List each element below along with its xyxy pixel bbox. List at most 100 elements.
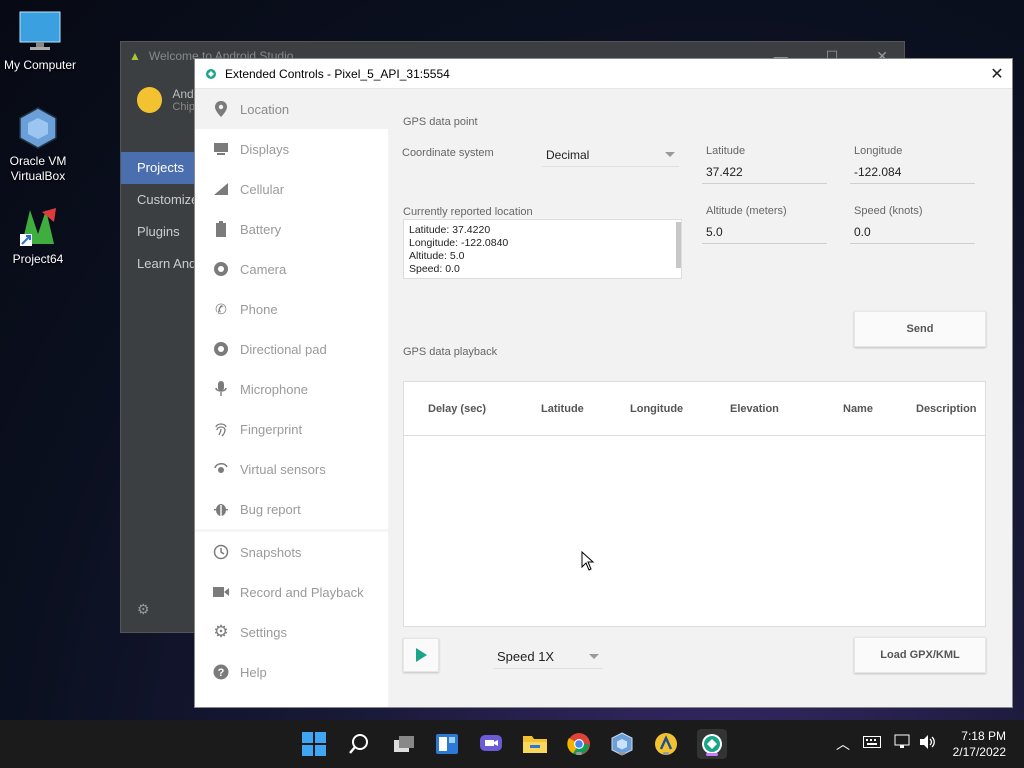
sidebar-item-label: Cellular [240,181,285,197]
sidebar-item-help[interactable]: ? Help [195,652,388,692]
gear-icon[interactable]: ⚙ [137,601,150,618]
column-elevation[interactable]: Elevation [730,403,779,415]
latitude-label: Latitude [706,145,746,157]
sidebar-item-label: Phone [240,301,278,317]
column-latitude[interactable]: Latitude [541,403,584,415]
sidebar-item-fingerprint[interactable]: Fingerprint [195,409,388,449]
extended-controls-window: Extended Controls - Pixel_5_API_31:5554 … [194,58,1013,708]
sidebar-item-microphone[interactable]: Microphone [195,369,388,409]
chevron-up-icon[interactable]: ︿ [836,734,850,754]
sidebar-item-label: Record and Playback [240,584,364,600]
nav-learn[interactable]: Learn Andr [121,248,195,280]
nav-projects[interactable]: Projects [121,152,195,184]
column-longitude[interactable]: Longitude [630,403,683,415]
play-icon [415,648,427,662]
network-icon[interactable] [894,734,912,753]
playback-speed-select[interactable]: Speed 1X [493,649,603,669]
record-icon [212,583,230,601]
close-icon[interactable]: ✕ [982,59,1012,89]
speed-input[interactable]: 0.0 [850,225,975,244]
longitude-input[interactable]: -122.084 [850,165,975,184]
sidebar-item-label: Virtual sensors [240,461,326,477]
sidebar-item-label: Displays [240,141,290,157]
sidebar-item-camera[interactable]: Camera [195,249,388,289]
virtualbox-taskbar-icon[interactable] [608,730,636,758]
sidebar-item-location[interactable]: Location [195,89,388,129]
background-nav: Projects Customize Plugins Learn Andr [121,152,195,280]
desktop-icon-project64[interactable]: Project64 [0,204,78,267]
chat-icon[interactable] [477,730,505,758]
sidebar-item-phone[interactable]: ✆ Phone [195,289,388,329]
sidebar-item-virtual-sensors[interactable]: Virtual sensors [195,449,388,489]
sidebar-item-battery[interactable]: Battery [195,209,388,249]
fingerprint-icon [212,420,230,438]
column-description[interactable]: Description [916,403,977,415]
desktop-icon-label: Project64 [12,252,64,266]
reported-location-textarea[interactable]: Latitude: 37.4220 Longitude: -122.0840 A… [403,219,682,279]
gps-playback-table[interactable]: Delay (sec) Latitude Longitude Elevation… [403,381,986,627]
chrome-icon[interactable] [565,730,593,758]
sidebar-item-displays[interactable]: Displays [195,129,388,169]
longitude-label: Longitude [854,145,903,157]
task-view-icon[interactable] [390,730,418,758]
sidebar-item-label: Camera [240,261,287,277]
start-icon[interactable] [300,730,328,758]
camera-icon [212,260,230,278]
running-indicator [619,752,625,755]
reported-altitude: Altitude: 5.0 [409,250,465,262]
gps-playback-heading: GPS data playback [403,346,498,358]
android-studio-logo-icon [137,87,163,113]
altitude-input[interactable]: 5.0 [702,225,827,244]
sidebar-item-dpad[interactable]: Directional pad [195,329,388,369]
latitude-input[interactable]: 37.422 [702,165,827,184]
send-button[interactable]: Send [854,311,986,347]
profile-sub: Chip [172,101,195,113]
android-studio-taskbar-icon[interactable] [652,730,680,758]
android-icon: ▲ [129,49,141,63]
file-explorer-icon[interactable] [521,730,549,758]
phone-icon: ✆ [215,300,227,317]
sidebar-item-label: Fingerprint [240,421,303,437]
virtualbox-icon [16,106,60,150]
sidebar-item-bug-report[interactable]: Bug report [195,489,388,529]
coordinate-system-value: Decimal [546,148,590,162]
load-gpx-kml-button[interactable]: Load GPX/KML [854,637,986,673]
sidebar-item-label: Snapshots [240,544,302,560]
dpad-icon [212,340,230,358]
sensors-icon [212,460,230,478]
coordinate-system-label: Coordinate system [402,147,494,159]
profile-name: And [172,87,194,101]
column-name[interactable]: Name [843,403,873,415]
monitor-icon [18,10,62,54]
playback-speed-value: Speed 1X [497,649,555,664]
cellular-icon [212,180,230,198]
nav-plugins[interactable]: Plugins [121,216,195,248]
taskbar: ︿ 7:18 PM 2/17/2022 [0,720,1024,768]
keyboard-icon[interactable] [863,736,881,751]
play-button[interactable] [403,638,439,672]
coordinate-system-select[interactable]: Decimal [542,148,679,167]
running-indicator [663,752,669,755]
volume-icon[interactable] [919,734,937,753]
sidebar-item-label: Microphone [240,381,308,397]
desktop-icon-my-computer[interactable]: My Computer [0,10,80,73]
window-title: Extended Controls - Pixel_5_API_31:5554 [225,66,450,81]
system-clock[interactable]: 7:18 PM 2/17/2022 [953,728,1006,760]
sidebar-item-settings[interactable]: ⚙ Settings [195,612,388,652]
sidebar-item-record-playback[interactable]: Record and Playback [195,572,388,612]
clock-time: 7:18 PM [961,729,1006,743]
search-icon[interactable] [345,730,373,758]
nav-customize[interactable]: Customize [121,184,195,216]
desktop-icon-label: My Computer [3,58,77,72]
scrollbar[interactable] [676,222,681,268]
displays-icon [212,140,230,158]
sidebar-item-label: Help [240,664,267,680]
desktop-icon-virtualbox[interactable]: Oracle VM VirtualBox [0,106,78,184]
widgets-icon[interactable] [433,730,461,758]
sidebar-item-cellular[interactable]: Cellular [195,169,388,209]
column-delay[interactable]: Delay (sec) [428,403,486,415]
emulator-taskbar-icon[interactable] [697,729,727,759]
sidebar-item-snapshots[interactable]: Snapshots [195,532,388,572]
profile: And Chip [121,70,195,130]
reported-speed: Speed: 0.0 [409,263,460,275]
